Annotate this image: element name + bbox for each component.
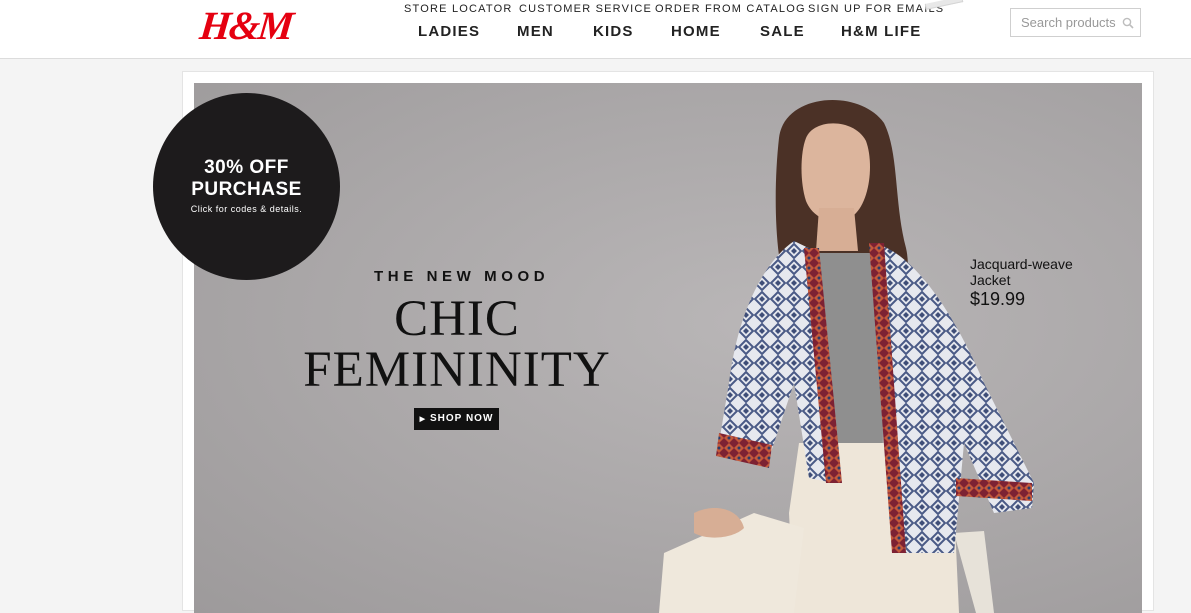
nav-kids[interactable]: KIDS [593,23,634,40]
nav-sale[interactable]: SALE [760,23,805,40]
utility-link-store-locator[interactable]: STORE LOCATOR [404,3,513,15]
site-header: H&M STORE LOCATOR CUSTOMER SERVICE ORDER… [0,0,1191,59]
play-arrow-icon: ▶ [419,416,426,423]
search-icon[interactable] [1122,17,1134,29]
product-info[interactable]: Jacquard-weave Jacket $19.99 [970,256,1073,310]
hero-headline-line1: CHIC [394,291,520,347]
nav-home[interactable]: HOME [671,23,721,40]
hm-logo[interactable]: H&M [198,2,295,49]
hero-kicker: THE NEW MOOD [374,268,550,285]
shop-now-button[interactable]: ▶ SHOP NOW [414,408,499,430]
promo-badge[interactable]: 30% OFF PURCHASE Click for codes & detai… [153,93,340,280]
hero-headline-line2: FEMININITY [303,342,611,398]
shop-now-label: SHOP NOW [430,413,494,424]
promo-details-link[interactable]: Click for codes & details. [153,204,340,214]
nav-hm-life[interactable]: H&M LIFE [841,23,921,40]
promo-line1: 30% OFF [204,157,289,178]
product-name-line2: Jacket [970,272,1011,288]
nav-ladies[interactable]: LADIES [418,23,480,40]
utility-link-customer-service[interactable]: CUSTOMER SERVICE [519,3,652,15]
search-input[interactable] [1011,9,1119,36]
utility-link-sign-up-emails[interactable]: SIGN UP FOR EMAILS [808,3,944,15]
promo-line2: PURCHASE [191,179,302,200]
product-price: $19.99 [970,289,1026,309]
product-name-line1: Jacquard-weave [970,256,1073,272]
nav-men[interactable]: MEN [517,23,554,40]
search-box [1010,8,1141,37]
utility-link-order-from-catalog[interactable]: ORDER FROM CATALOG [655,3,806,15]
